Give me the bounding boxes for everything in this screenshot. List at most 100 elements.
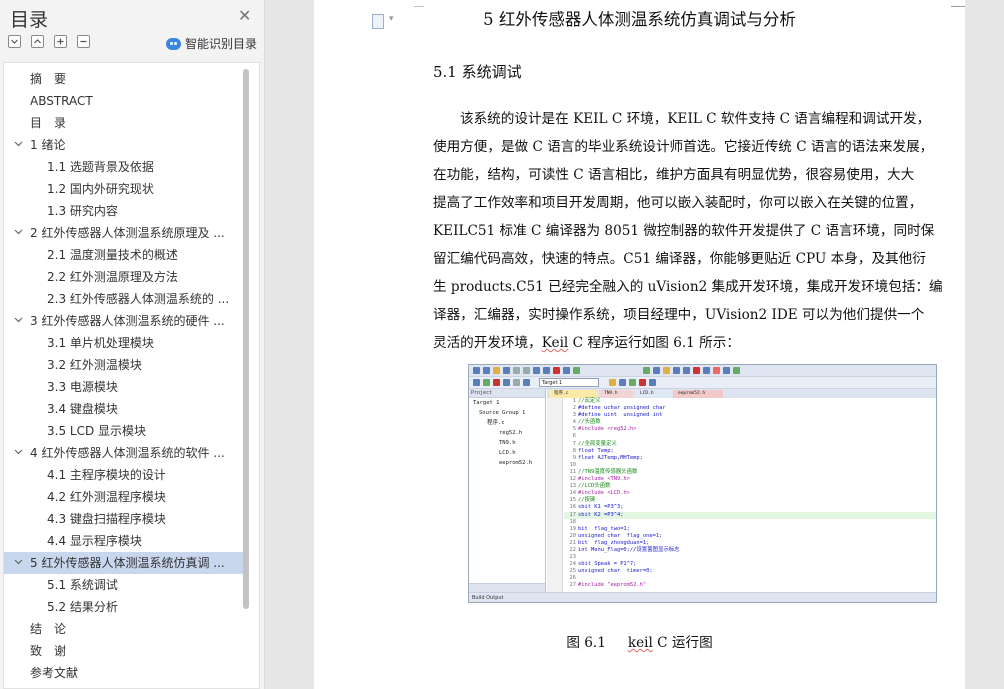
toc-item[interactable]: 2.3 红外传感器人体测温系统的 ... xyxy=(4,288,244,310)
toolbar-icon xyxy=(713,367,720,374)
toc-item[interactable]: 2.1 温度测量技术的概述 xyxy=(4,244,244,266)
line-number: 3 xyxy=(572,412,576,419)
close-icon[interactable]: ✕ xyxy=(238,6,251,25)
toc-item[interactable]: 1 绪论 xyxy=(4,134,244,156)
paragraph-line: 留汇编代码高效，快速的特点。C51 编译器，你能够更贴近 CPU 本身，及其他衍 xyxy=(433,251,926,267)
code-text: //LCD头函数 xyxy=(578,483,611,490)
toolbar-icon xyxy=(629,379,636,386)
chevron-down-icon[interactable] xyxy=(14,559,23,565)
chevron-down-icon[interactable] xyxy=(14,449,23,455)
code-line: 8 float Temp; xyxy=(564,447,936,455)
toc-item[interactable]: ABSTRACT xyxy=(4,90,244,112)
toolbar-icon xyxy=(493,379,500,386)
line-number: 7 xyxy=(572,440,576,447)
editor-tab: LCD.h xyxy=(635,390,671,398)
toc-item[interactable]: 2 红外传感器人体测温系统原理及 ... xyxy=(4,222,244,244)
toc-item[interactable]: 3.5 LCD 显示模块 xyxy=(4,420,244,442)
toc-item[interactable]: 1.2 国内外研究现状 xyxy=(4,178,244,200)
code-line: 14 #include <LCD.h> xyxy=(564,490,936,497)
code-line: 6 xyxy=(564,433,936,440)
toc-item[interactable]: 4.3 键盘扫描程序模块 xyxy=(4,508,244,530)
toc-item[interactable]: 4.4 显示程序模块 xyxy=(4,530,244,552)
line-number: 26 xyxy=(569,575,577,582)
chevron-down-icon[interactable] xyxy=(14,317,23,323)
toc-item[interactable]: 4.2 红外测温程序模块 xyxy=(4,486,244,508)
toc-panel: 摘 要 ABSTRACT 目 录 1 绪论 1.1 选题背景及依据 1.2 国内外研究现状… xyxy=(3,62,260,689)
code-text: float Temp; xyxy=(578,447,614,454)
code-line: 23 xyxy=(564,554,936,561)
code-text: bit flag_zhongduan=1; xyxy=(578,539,650,546)
code-line: 24 sbit Speak = P1^7; xyxy=(564,561,936,568)
toc-scrollbar[interactable] xyxy=(243,69,249,609)
code-text: sbit K2 =P3^4; xyxy=(578,511,624,518)
chevron-down-icon[interactable] xyxy=(14,229,23,235)
toolbar-icon xyxy=(673,367,680,374)
toc-item[interactable]: 目 录 xyxy=(4,112,244,134)
toc-item[interactable]: 5 红外传感器人体测温系统仿真调 ... xyxy=(4,552,244,574)
plus-icon[interactable] xyxy=(54,35,67,48)
line-number: 17 xyxy=(569,511,577,518)
toc-item[interactable]: 1.3 研究内容 xyxy=(4,200,244,222)
line-number: 12 xyxy=(569,476,577,483)
minus-icon[interactable] xyxy=(77,35,90,48)
toc-item[interactable]: 致 谢 xyxy=(4,640,244,662)
chapter-title: 5 红外传感器人体测温系统仿真调试与分析 xyxy=(483,10,796,29)
toc-item-label: 2.1 温度测量技术的概述 xyxy=(47,248,178,262)
paragraph-line: 生 products.C51 已经完全融入的 uVision2 集成开发环境，集… xyxy=(433,279,943,295)
toc-item[interactable]: 结 论 xyxy=(4,618,244,640)
code-text: float AJTemp,MHTemp; xyxy=(578,454,643,461)
sidebar-title: 目录 xyxy=(10,9,49,31)
chevron-down-icon[interactable] xyxy=(14,141,23,147)
ai-recognize-icon xyxy=(166,37,181,50)
toc-item[interactable]: 摘 要 xyxy=(4,68,244,90)
code-line: 13//LCD头函数 xyxy=(564,483,936,490)
code-line: 17 sbit K2 =P3^4; xyxy=(564,511,936,519)
toc-item-label: 目 录 xyxy=(30,116,67,130)
smart-toc-button[interactable]: 智能识别目录 xyxy=(166,35,257,52)
line-number: 16 xyxy=(569,504,577,511)
figure-caption: 图 6.1 keil C 运行图 xyxy=(314,631,965,651)
toc-item-label: 4 红外传感器人体测温系统的软件 ... xyxy=(30,446,225,460)
paragraph-line: 译器，汇编器，实时操作系统，项目经理中，UVision2 IDE 可以为他们提供… xyxy=(433,307,925,323)
code-text: #include "eeprom52.h" xyxy=(578,582,647,589)
project-tree: Target 1 Source Group 1 程序.c reg52.h TN9.h LC… xyxy=(469,398,545,468)
toc-item[interactable]: 1.1 选题背景及依据 xyxy=(4,156,244,178)
toc-sidebar: 目录 ✕ 智能识别目录 摘 要 ABSTRACT 目 录 1 绪论 1.1 选题背景及依… xyxy=(0,0,265,689)
toolbar-icon xyxy=(513,379,520,386)
toc-item-label: 1 绪论 xyxy=(30,138,66,152)
expand-all-icon[interactable] xyxy=(31,35,44,48)
line-number: 19 xyxy=(569,525,577,532)
target-select: Target 1 xyxy=(539,378,599,387)
spellcheck-word[interactable]: Keil xyxy=(542,335,569,351)
toolbar-icon xyxy=(653,367,660,374)
toc-item-label: ABSTRACT xyxy=(30,94,93,108)
toc-item[interactable]: 5.2 结果分析 xyxy=(4,596,244,618)
toc-item[interactable]: 3 红外传感器人体测温系统的硬件 ... xyxy=(4,310,244,332)
toc-item[interactable]: 2.2 红外测温原理及方法 xyxy=(4,266,244,288)
code-text: sbit Speak = P1^7; xyxy=(578,561,637,568)
toc-item[interactable]: 参考文献 xyxy=(4,662,244,684)
toc-item[interactable]: 4 红外传感器人体测温系统的软件 ... xyxy=(4,442,244,464)
code-text: #include <LCD.h> xyxy=(578,490,630,497)
line-number: 1 xyxy=(572,398,576,404)
toc-item[interactable]: 3.4 键盘模块 xyxy=(4,398,244,420)
line-number: 8 xyxy=(572,447,576,454)
project-tree-item: eeprom52.h xyxy=(499,460,533,466)
toc-item-label: 4.2 红外测温程序模块 xyxy=(47,490,166,504)
toc-item[interactable]: 5.1 系统调试 xyxy=(4,574,244,596)
spellcheck-word[interactable]: keil xyxy=(628,635,653,651)
toolbar-icon xyxy=(573,367,580,374)
code-text: unsigned char timer=0; xyxy=(578,568,653,575)
toc-item[interactable]: 3.3 电源模块 xyxy=(4,376,244,398)
toc-item-label: 1.2 国内外研究现状 xyxy=(47,182,154,196)
toc-item[interactable]: 3.1 单片机处理模块 xyxy=(4,332,244,354)
ide-build-toolbar: Target 1 xyxy=(469,377,936,389)
toc-toolbar xyxy=(8,35,90,48)
paragraph-line: 在功能，结构，可读性 C 语言相比，维护方面具有明显优势，很容易使用，大大 xyxy=(433,167,915,183)
collapse-all-icon[interactable] xyxy=(8,35,21,48)
toc-item[interactable]: 4.1 主程序模块的设计 xyxy=(4,464,244,486)
toolbar-icon xyxy=(683,367,690,374)
toolbar-icon xyxy=(543,367,550,374)
toc-item[interactable]: 3.2 红外测温模块 xyxy=(4,354,244,376)
toolbar-icon xyxy=(473,379,480,386)
